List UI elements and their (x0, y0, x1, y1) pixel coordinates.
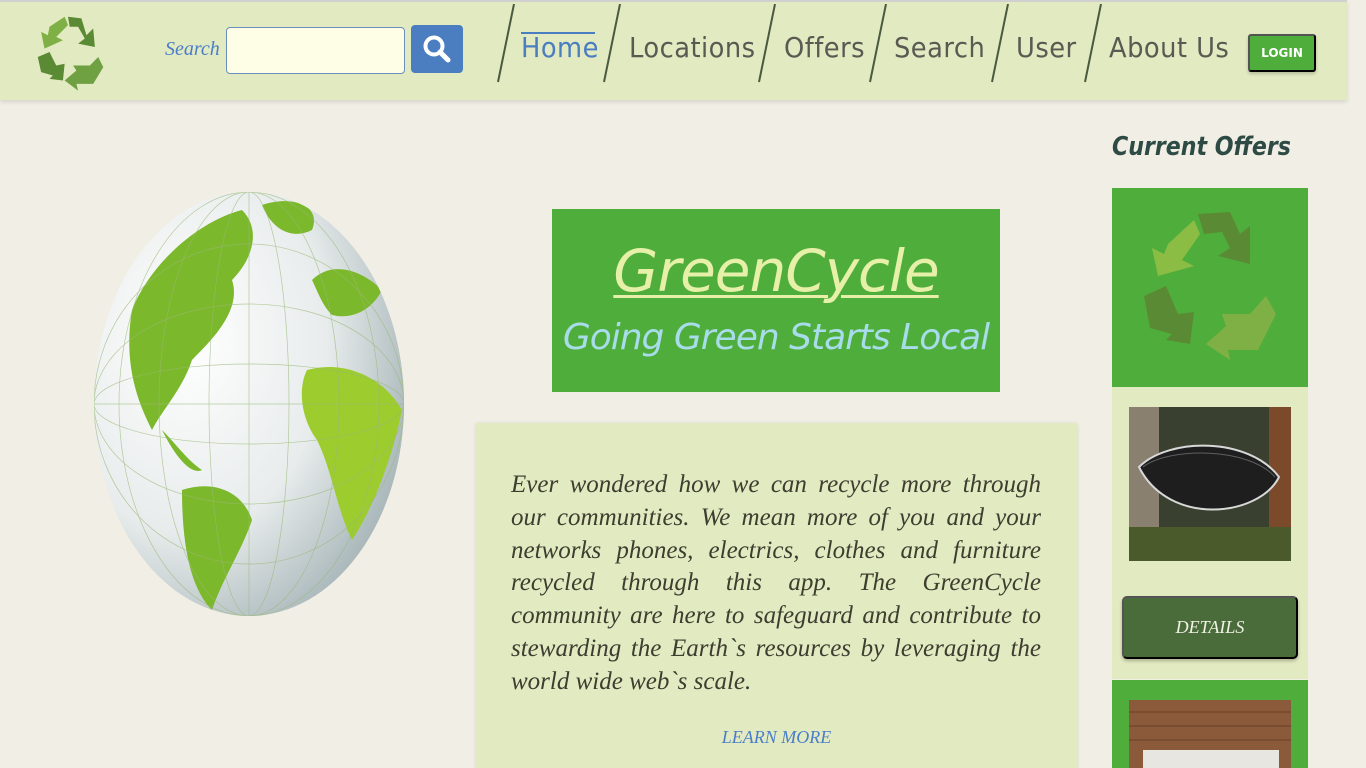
search-icon (423, 35, 451, 63)
nav-separator (1084, 4, 1102, 83)
search-button[interactable] (411, 25, 463, 73)
nav-item-home[interactable]: Home (521, 31, 599, 64)
nav-item-offers[interactable]: Offers (784, 31, 865, 64)
search-input[interactable] (226, 27, 405, 74)
learn-more-link[interactable]: LEARN MORE (476, 727, 1077, 748)
nav-item-search[interactable]: Search (894, 31, 985, 64)
offer-image-trampoline[interactable] (1129, 407, 1291, 561)
nav-separator (991, 4, 1009, 83)
details-button[interactable]: DETAILS (1122, 596, 1298, 659)
nav-separator (758, 4, 776, 83)
nav-item-locations[interactable]: Locations (629, 31, 756, 64)
offer-card[interactable] (1112, 188, 1308, 387)
current-offers-heading: Current Offers (1112, 132, 1291, 162)
recycle-logo-icon[interactable] (26, 8, 110, 96)
intro-card: Ever wondered how we can recycle more th… (476, 423, 1077, 768)
nav-separator (603, 4, 621, 83)
recycle-icon (1144, 212, 1276, 360)
offer-card[interactable] (1112, 680, 1308, 768)
hero-title[interactable]: GreenCycle (552, 237, 1000, 305)
nav-separator (497, 4, 515, 83)
login-button[interactable]: LOGIN (1248, 34, 1316, 72)
offer-image-appliance[interactable] (1129, 700, 1291, 768)
hero-subtitle: Going Green Starts Local (562, 317, 990, 358)
top-navigation-bar: Search Home Locations Offers Search User… (0, 0, 1347, 100)
globe-image (94, 192, 404, 616)
intro-text: Ever wondered how we can recycle more th… (511, 471, 1041, 695)
nav-item-about-us[interactable]: About Us (1109, 31, 1229, 64)
offer-card[interactable]: DETAILS (1112, 387, 1308, 679)
search-label: Search (165, 38, 220, 60)
nav-separator (869, 4, 887, 83)
hero-banner: GreenCycle Going Green Starts Local (552, 209, 1000, 392)
nav-item-user[interactable]: User (1016, 31, 1077, 64)
